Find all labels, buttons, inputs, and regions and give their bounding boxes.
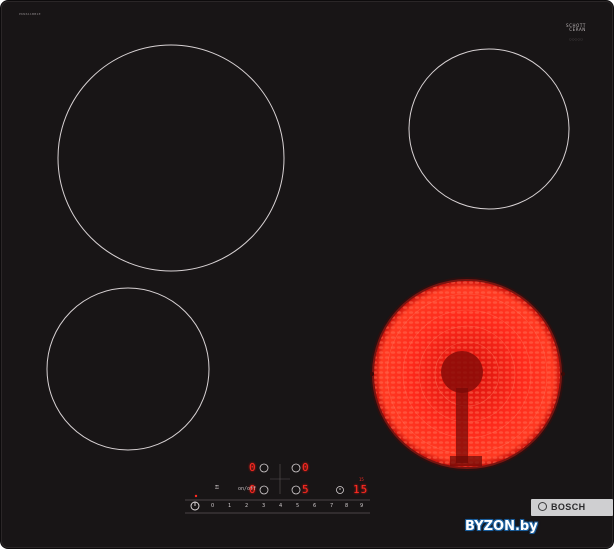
scale-4[interactable]: 4 — [279, 504, 282, 509]
zone-front-right-heating — [370, 277, 565, 471]
scale-0[interactable]: 0 — [211, 504, 214, 509]
glass-brand-line2: CERAN — [569, 27, 586, 32]
scale-9[interactable]: 9 — [360, 504, 363, 509]
scale-1[interactable]: 1 — [228, 504, 231, 509]
schott-ceran-logo: SCHOTT CERAN — [566, 24, 586, 32]
lock-label[interactable]: on/off — [238, 487, 256, 492]
child-lock-icon[interactable]: ⚿ — [215, 486, 219, 491]
scale-7[interactable]: 7 — [330, 504, 333, 509]
glass-brand-sub: ◌◌◌◌◌ — [569, 37, 584, 41]
zone-front-left — [46, 287, 210, 451]
watermark: BYZON.by — [465, 519, 538, 534]
scale-6[interactable]: 6 — [313, 504, 316, 509]
timer-marker: 15 — [359, 477, 364, 482]
display-timer: 15 — [353, 483, 369, 496]
scale-5[interactable]: 5 — [296, 504, 299, 509]
display-rear-right: 0 — [302, 461, 310, 474]
zone-select-rear-right[interactable] — [291, 463, 301, 473]
zone-rear-right — [408, 48, 570, 210]
scale-8[interactable]: 8 — [345, 504, 348, 509]
brand-name: BOSCH — [551, 502, 586, 512]
scale-2[interactable]: 2 — [245, 504, 248, 509]
scale-3[interactable]: 3 — [262, 504, 265, 509]
display-front-right: 5 — [302, 483, 310, 496]
zone-select-rear-left[interactable] — [259, 463, 269, 473]
bosch-logo-icon — [538, 502, 547, 511]
display-rear-left: 0 — [249, 461, 257, 474]
zone-select-front-left[interactable] — [259, 485, 269, 495]
zone-rear-left — [57, 44, 285, 272]
model-code: PKN611BB1E — [19, 12, 41, 16]
zone-select-front-right[interactable] — [291, 485, 301, 495]
